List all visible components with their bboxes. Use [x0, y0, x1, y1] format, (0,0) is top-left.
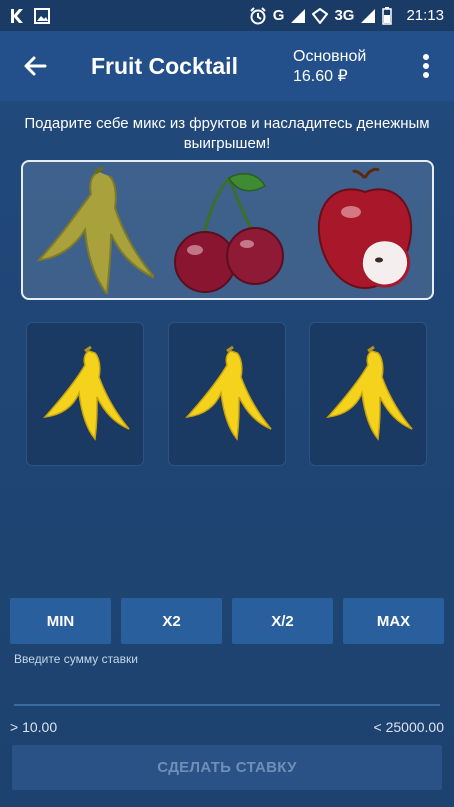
status-bar: G 3G 21:13	[0, 0, 454, 31]
banana-peel-icon	[29, 166, 156, 299]
slot-2[interactable]	[168, 322, 286, 466]
double-bet-button[interactable]: X2	[121, 598, 222, 644]
banana-peel-icon	[183, 345, 273, 450]
signal-icon	[290, 8, 306, 24]
banana-peel-icon	[41, 345, 131, 450]
max-limit: < 25000.00	[373, 719, 444, 735]
bet-amount-input[interactable]	[14, 672, 440, 706]
app-bar: Fruit Cocktail Основной 16.60 ₽	[0, 31, 454, 101]
network-type: 3G	[334, 7, 355, 24]
app-k-icon	[10, 8, 24, 24]
back-arrow-icon[interactable]	[20, 51, 50, 81]
amount-label: Введите сумму ставки	[14, 652, 138, 666]
alarm-icon	[249, 6, 267, 25]
status-right: G 3G 21:13	[249, 6, 444, 25]
page-title: Fruit Cocktail	[91, 53, 238, 79]
battery-icon	[382, 6, 393, 25]
status-left	[10, 7, 50, 24]
slot-3[interactable]	[309, 322, 427, 466]
min-bet-button[interactable]: MIN	[10, 598, 111, 644]
max-bet-button[interactable]: MAX	[343, 598, 444, 644]
more-menu-icon[interactable]	[418, 53, 434, 81]
image-icon	[34, 7, 50, 24]
banana-peel-icon	[324, 345, 414, 450]
apple-icon	[313, 166, 418, 301]
balance-amount: 16.60 ₽	[293, 68, 348, 85]
wifi-diamond-icon	[312, 7, 329, 24]
half-bet-button[interactable]: X/2	[232, 598, 333, 644]
game-description: Подарите себе микс из фруктов и насладит…	[24, 115, 430, 152]
fruit-combination-panel	[21, 160, 434, 300]
carrier-letter: G	[272, 7, 285, 24]
signal-icon-2	[360, 8, 376, 24]
clock: 21:13	[406, 7, 444, 24]
min-limit: > 10.00	[10, 719, 58, 735]
cherries-icon	[169, 168, 287, 299]
slot-1[interactable]	[26, 322, 144, 466]
place-bet-button[interactable]: СДЕЛАТЬ СТАВКУ	[12, 745, 442, 790]
balance-block[interactable]: Основной 16.60 ₽	[293, 47, 366, 87]
account-name: Основной	[293, 48, 367, 65]
